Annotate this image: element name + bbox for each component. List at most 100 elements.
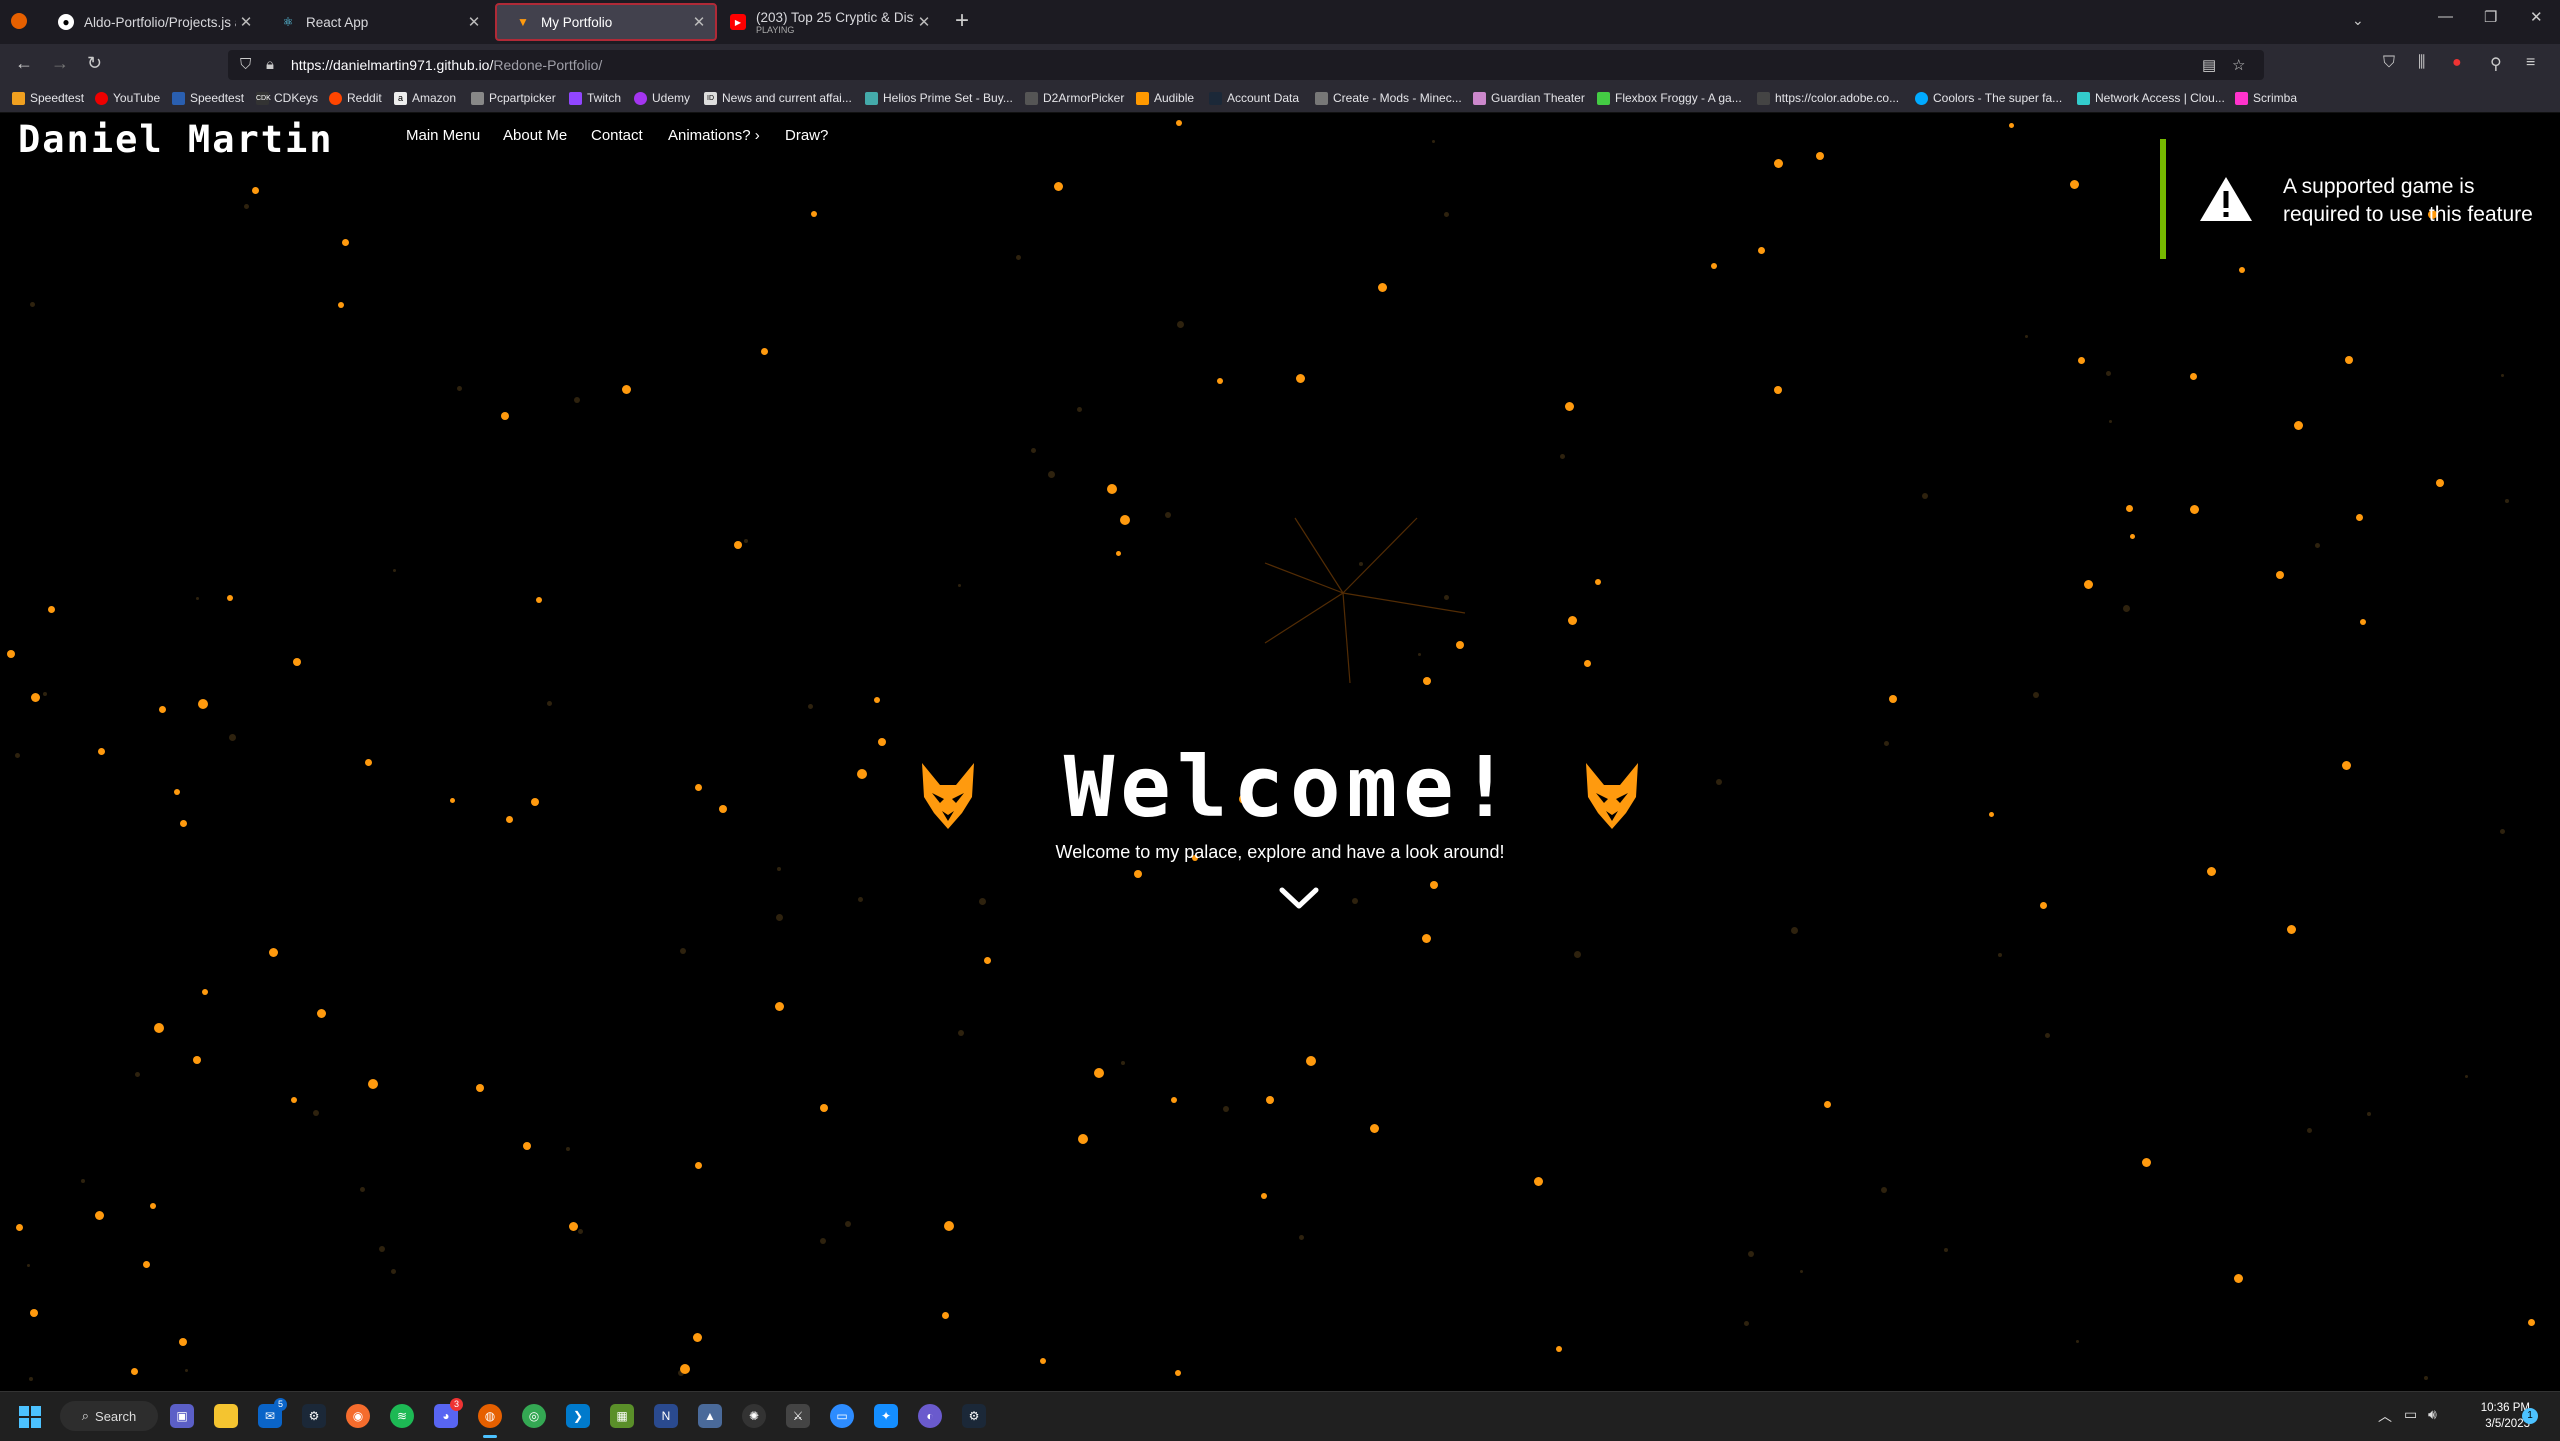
nav-about-me[interactable]: About Me	[503, 127, 567, 144]
reload-icon[interactable]: ↻	[87, 53, 102, 74]
windows-start-icon[interactable]	[19, 1406, 41, 1428]
file-explorer-icon[interactable]	[214, 1404, 238, 1428]
bookmark-item[interactable]: CDK CDKeys	[256, 91, 318, 105]
particle-dot	[1134, 870, 1142, 878]
bookmark-item[interactable]: Reddit	[329, 91, 382, 105]
teams-icon[interactable]: ▣	[170, 1404, 194, 1428]
bookmark-item[interactable]: ID News and current affai...	[704, 91, 852, 105]
bookmark-item[interactable]: Audible	[1136, 91, 1194, 105]
particle-dot	[1824, 1101, 1831, 1108]
bookmark-item[interactable]: Speedtest	[12, 91, 84, 105]
vscode-icon[interactable]: ❯	[566, 1404, 590, 1428]
spotify-icon[interactable]: ≋	[390, 1404, 414, 1428]
windows-taskbar: ⌕ Search ▣ ✉ 5 ⚙ ◉ ≋ ◕ 3 ◍ ◎ ❯ ▦ N ▲ ✺ ⚔ …	[0, 1391, 2560, 1441]
taskbar-search-button[interactable]: ⌕ Search	[60, 1401, 158, 1431]
particle-dot	[2084, 580, 2093, 589]
particle-dot	[368, 1079, 378, 1089]
tab-github[interactable]: ● Aldo-Portfolio/Projects.js at m ✕	[40, 3, 262, 41]
bookmark-item[interactable]: Flexbox Froggy - A ga...	[1597, 91, 1742, 105]
particle-dot	[2190, 505, 2199, 514]
chrome-icon[interactable]: ◎	[522, 1404, 546, 1428]
back-icon[interactable]: ←	[15, 53, 33, 74]
close-icon[interactable]: ✕	[464, 13, 484, 31]
firefox-icon[interactable]	[11, 13, 27, 29]
origin-icon[interactable]: ◉	[346, 1404, 370, 1428]
github-icon: ●	[58, 14, 74, 30]
particle-dot	[1223, 1106, 1229, 1112]
media-player-icon[interactable]: ◐	[918, 1404, 942, 1428]
game-launcher-icon[interactable]: ⚔	[786, 1404, 810, 1428]
nav-contact[interactable]: Contact	[591, 127, 643, 144]
tab-youtube[interactable]: ▶ (203) Top 25 Cryptic & Disturbi PLAYIN…	[712, 3, 940, 41]
bookmark-item[interactable]: Pcpartpicker	[471, 91, 556, 105]
shield-icon[interactable]: ⛉	[240, 56, 251, 73]
particle-dot	[777, 867, 781, 871]
bookmark-item[interactable]: YouTube	[95, 91, 160, 105]
new-tab-button[interactable]: +	[955, 7, 969, 35]
taskbar-clock[interactable]: 10:36 PM 3/5/2023	[2450, 1400, 2530, 1432]
tab-my-portfolio[interactable]: ▼ My Portfolio ✕	[495, 3, 717, 41]
close-icon[interactable]: ✕	[914, 13, 934, 31]
library-icon[interactable]: ⫼	[2418, 54, 2425, 72]
bookmark-item[interactable]: Account Data	[1209, 91, 1299, 105]
close-window-button[interactable]: ✕	[2530, 8, 2543, 26]
extensions-icon[interactable]: ⚲	[2490, 54, 2502, 74]
bookmark-item[interactable]: Udemy	[634, 91, 690, 105]
minecraft-icon[interactable]: ▦	[610, 1404, 634, 1428]
lock-icon[interactable]: 🔒︎	[266, 56, 274, 73]
scrimba-icon	[2235, 91, 2248, 105]
bookmark-item[interactable]: D2ArmorPicker	[1025, 91, 1124, 105]
url-text[interactable]: https://danielmartin971.github.io/Redone…	[291, 57, 602, 73]
scroll-down-chevron-icon[interactable]	[1278, 886, 1320, 912]
bookmark-item[interactable]: Helios Prime Set - Buy...	[865, 91, 1013, 105]
battlenet-icon[interactable]: ✦	[874, 1404, 898, 1428]
forward-icon[interactable]: →	[51, 53, 69, 74]
steam-icon[interactable]: ⚙	[962, 1404, 986, 1428]
settings-gear-icon[interactable]: ✺	[742, 1404, 766, 1428]
menu-icon[interactable]: ≡	[2526, 54, 2535, 72]
bookmark-item[interactable]: Network Access | Clou...	[2077, 91, 2225, 105]
bookmark-star-icon[interactable]: ☆	[2232, 56, 2245, 74]
firefox-icon[interactable]: ◍	[478, 1404, 502, 1428]
bookmark-item[interactable]: Speedtest	[172, 91, 244, 105]
zoom-icon[interactable]: ▭	[830, 1404, 854, 1428]
bookmark-item[interactable]: Coolors - The super fa...	[1915, 91, 2062, 105]
bookmark-item[interactable]: a Amazon	[394, 91, 456, 105]
close-icon[interactable]: ✕	[236, 13, 256, 31]
restore-button[interactable]: ❐	[2484, 8, 2497, 26]
particle-dot	[143, 1261, 150, 1268]
bookmark-item[interactable]: Twitch	[569, 91, 621, 105]
particle-dot	[958, 1030, 964, 1036]
tray-overflow-chevron-icon[interactable]: ︿	[2378, 1406, 2392, 1426]
minimize-button[interactable]: —	[2438, 8, 2453, 25]
bookmark-item[interactable]: https://color.adobe.co...	[1757, 91, 1899, 105]
browser-nav-bar: ← → ↻ ⛉ 🔒︎ https://danielmartin971.githu…	[0, 44, 2560, 84]
site-title[interactable]: Daniel Martin	[18, 118, 334, 161]
nav-animations[interactable]: Animations? ›	[668, 127, 760, 144]
guardian-theater-icon	[1473, 91, 1486, 105]
extension-badge-icon[interactable]: ●	[2452, 54, 2462, 72]
bookmark-item[interactable]: Scrimba	[2235, 91, 2297, 105]
bookmark-item[interactable]: Guardian Theater	[1473, 91, 1585, 105]
particle-dot	[2528, 1319, 2535, 1326]
nav-main-menu[interactable]: Main Menu	[406, 127, 480, 144]
notification-badge[interactable]: 1	[2522, 1408, 2538, 1424]
particle-dot	[29, 1377, 33, 1381]
reader-view-icon[interactable]: ▤	[2202, 56, 2216, 74]
frog-icon	[1597, 91, 1610, 105]
steam-icon[interactable]: ⚙	[302, 1404, 326, 1428]
close-icon[interactable]: ✕	[689, 13, 709, 31]
bookmark-item[interactable]: Create - Mods - Minec...	[1315, 91, 1462, 105]
pocket-icon[interactable]: ⛉	[2383, 54, 2395, 72]
notion-icon[interactable]: N	[654, 1404, 678, 1428]
url-bar[interactable]: ⛉ 🔒︎ https://danielmartin971.github.io/R…	[228, 50, 2264, 80]
volume-icon[interactable]: 🔊︎	[2428, 1406, 2437, 1423]
tab-react-app[interactable]: ⚛ React App ✕	[262, 3, 490, 41]
list-all-tabs-icon[interactable]: ⌄	[2352, 12, 2364, 29]
particle-dot	[1016, 255, 1021, 260]
nav-draw[interactable]: Draw?	[785, 127, 828, 144]
particle-dot	[578, 1229, 583, 1234]
photos-icon[interactable]: ▲	[698, 1404, 722, 1428]
twitch-icon	[569, 91, 582, 105]
network-icon[interactable]: ▭	[2404, 1406, 2417, 1423]
